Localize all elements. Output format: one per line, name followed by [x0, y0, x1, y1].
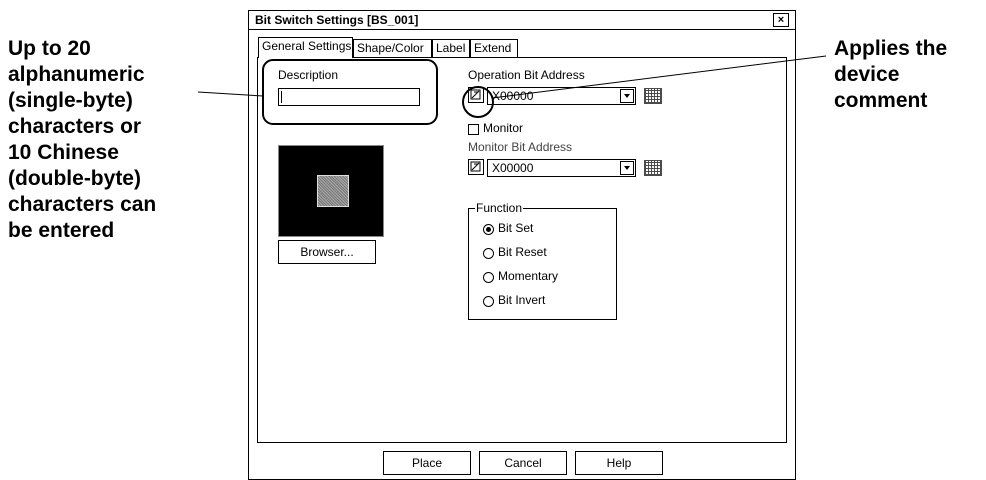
annotation-line: 10 Chinese — [8, 141, 119, 164]
monitor-bit-address-label: Monitor Bit Address — [468, 140, 573, 154]
radio-momentary[interactable] — [483, 272, 494, 283]
shape-preview — [278, 145, 384, 237]
radio-bit-invert-label: Bit Invert — [498, 293, 546, 307]
device-comment-icon[interactable] — [468, 87, 484, 103]
radio-bit-reset[interactable] — [483, 248, 494, 259]
dialog-title: Bit Switch Settings [BS_001] — [255, 13, 419, 27]
annotation-line: characters can — [8, 193, 157, 216]
title-bar[interactable]: Bit Switch Settings [BS_001] × — [249, 11, 795, 30]
annotation-line: comment — [834, 89, 928, 112]
chevron-down-icon[interactable] — [620, 161, 634, 175]
monitor-checkbox[interactable] — [468, 124, 479, 135]
annotation-line: (single-byte) — [8, 89, 133, 112]
annotation-description-limit: Up to 20 alphanumeric (single-byte) char… — [8, 36, 238, 244]
description-label: Description — [278, 68, 339, 82]
keypad-icon[interactable] — [644, 160, 662, 176]
function-group-title: Function — [475, 201, 524, 215]
help-button[interactable]: Help — [575, 451, 663, 475]
chevron-down-icon[interactable] — [620, 89, 634, 103]
tab-shape-color[interactable]: Shape/Color — [353, 39, 432, 57]
tab-label[interactable]: Label — [432, 39, 470, 57]
annotation-line: device — [834, 63, 900, 86]
annotation-line: (double-byte) — [8, 167, 141, 190]
annotation-line: characters or — [8, 115, 142, 138]
general-settings-panel: Description Browser... Operation Bit Add… — [257, 57, 787, 443]
annotation-line: Applies the — [834, 37, 948, 60]
tab-general-settings[interactable]: General Settings — [258, 37, 353, 58]
operation-bit-address-label: Operation Bit Address — [468, 68, 585, 82]
device-comment-glyph — [470, 89, 481, 100]
cancel-button[interactable]: Cancel — [479, 451, 567, 475]
text-caret — [281, 91, 282, 103]
radio-bit-invert[interactable] — [483, 296, 494, 307]
radio-momentary-label: Momentary — [498, 269, 559, 283]
monitor-label: Monitor — [483, 121, 524, 135]
radio-bit-set[interactable] — [483, 224, 494, 235]
annotation-line: alphanumeric — [8, 63, 145, 86]
tab-extend[interactable]: Extend — [470, 39, 518, 57]
close-icon[interactable]: × — [773, 13, 789, 27]
function-group: Function Bit Set Bit Reset Momentary Bit… — [468, 201, 617, 320]
device-comment-icon[interactable] — [468, 159, 484, 175]
device-comment-glyph — [470, 161, 481, 172]
annotation-line: Up to 20 — [8, 37, 91, 60]
keypad-icon[interactable] — [644, 88, 662, 104]
place-button[interactable]: Place — [383, 451, 471, 475]
monitor-bit-address-combo[interactable]: X00000 — [487, 159, 636, 177]
shape-preview-image — [317, 175, 349, 207]
radio-bit-reset-label: Bit Reset — [498, 245, 547, 259]
radio-bit-set-label: Bit Set — [498, 221, 534, 235]
operation-bit-address-value: X00000 — [492, 89, 534, 103]
annotation-device-comment: Applies the device comment — [834, 36, 984, 114]
browser-button[interactable]: Browser... — [278, 240, 376, 264]
operation-bit-address-combo[interactable]: X00000 — [487, 87, 636, 105]
description-input[interactable] — [278, 88, 420, 106]
monitor-bit-address-value: X00000 — [492, 161, 534, 175]
annotation-line: be entered — [8, 219, 115, 242]
bit-switch-settings-dialog: Bit Switch Settings [BS_001] × General S… — [248, 10, 796, 480]
